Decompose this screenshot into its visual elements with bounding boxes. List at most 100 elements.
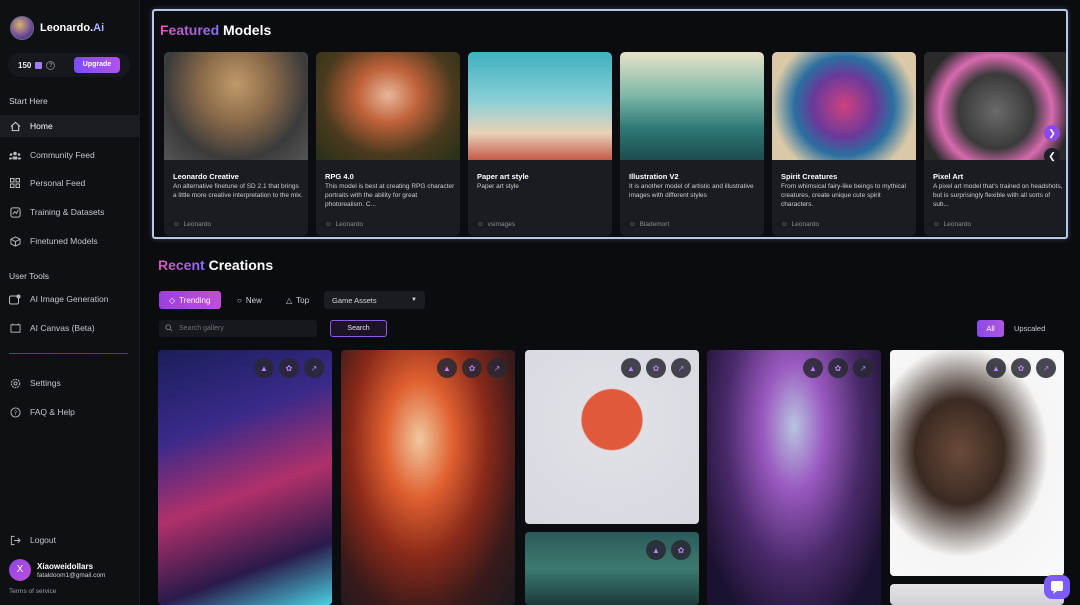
featured-title: Featured Models (160, 22, 272, 38)
model-thumbnail (164, 52, 308, 160)
brand[interactable]: Leonardo.Ai (10, 16, 104, 40)
model-thumbnail (772, 52, 916, 160)
logout-button[interactable]: Logout (0, 529, 140, 551)
upgrade-button[interactable]: Upgrade (74, 57, 120, 73)
canvas-icon (9, 322, 21, 334)
sidebar-item-label: Finetuned Models (30, 236, 98, 246)
category-selected: Game Assets (332, 295, 377, 305)
expand-icon[interactable]: ↗ (304, 358, 324, 378)
model-card[interactable]: Leonardo Creative An alternative finetun… (164, 52, 308, 236)
expand-icon[interactable]: ↗ (853, 358, 873, 378)
like-icon[interactable]: ✿ (646, 358, 666, 378)
model-description: A pixel art model that's trained on head… (933, 183, 1063, 208)
gallery-image[interactable] (890, 584, 1064, 605)
sidebar-divider (9, 353, 128, 354)
user-icon: ☺ (933, 221, 940, 228)
model-author: ☺ Leonardo (781, 221, 820, 228)
search-icon (165, 323, 173, 334)
sidebar-item-label: FAQ & Help (30, 407, 75, 417)
model-card[interactable]: RPG 4.0 This model is best at creating R… (316, 52, 460, 236)
user-icon: ☺ (781, 221, 788, 228)
remix-icon[interactable]: ▲ (646, 540, 666, 560)
sidebar-item-finetuned-models[interactable]: Finetuned Models (0, 230, 140, 252)
image-actions: ▲ ✿ ↗ (621, 358, 691, 378)
sidebar-item-training-datasets[interactable]: Training & Datasets (0, 201, 140, 223)
community-icon (9, 149, 21, 161)
gallery-image[interactable]: ▲ ✿ ↗ (341, 350, 515, 605)
remix-icon[interactable]: ▲ (437, 358, 457, 378)
remix-icon[interactable]: ▲ (621, 358, 641, 378)
user-icon: ☺ (173, 221, 180, 228)
clock-icon: ○ (237, 295, 242, 305)
search-placeholder: Search gallery (179, 325, 224, 332)
sidebar-item-settings[interactable]: Settings (0, 372, 140, 394)
expand-icon[interactable]: ↗ (671, 358, 691, 378)
help-icon: ? (9, 406, 21, 418)
carousel-next-button[interactable]: ❯ (1044, 125, 1060, 141)
like-icon[interactable]: ✿ (279, 358, 299, 378)
model-title: RPG 4.0 (325, 172, 354, 181)
carousel-prev-button[interactable]: ❮ (1044, 148, 1060, 164)
expand-icon[interactable]: ↗ (1036, 358, 1056, 378)
token-count: 150 (18, 60, 32, 70)
model-card[interactable]: Spirit Creatures From whimsical fairy-li… (772, 52, 916, 236)
cube-icon (9, 235, 21, 247)
filter-all-button[interactable]: All (977, 320, 1004, 337)
model-title: Paper art style (477, 172, 529, 181)
info-icon[interactable]: ? (46, 60, 56, 70)
search-button[interactable]: Search (330, 320, 387, 337)
sidebar-item-label: AI Image Generation (30, 294, 109, 304)
model-thumbnail (620, 52, 764, 160)
tab-trending[interactable]: ◇ Trending (159, 291, 221, 309)
remix-icon[interactable]: ▲ (986, 358, 1006, 378)
category-dropdown[interactable]: Game Assets ▼ (324, 291, 425, 309)
user-profile[interactable]: X Xiaoweidollars fataldoom1@gmail.com (9, 559, 105, 581)
chat-support-button[interactable] (1044, 575, 1070, 599)
remix-icon[interactable]: ▲ (254, 358, 274, 378)
filter-upscaled-button[interactable]: Upscaled (1014, 320, 1045, 337)
model-author: ☺ Leonardo (933, 221, 972, 228)
grid-icon (9, 177, 21, 189)
like-icon[interactable]: ✿ (828, 358, 848, 378)
search-input[interactable]: Search gallery (159, 320, 317, 337)
remix-icon[interactable]: ▲ (803, 358, 823, 378)
sidebar-item-label: Training & Datasets (30, 207, 105, 217)
brand-logo (10, 16, 34, 40)
gear-icon (9, 377, 21, 389)
image-actions: ▲ ✿ ↗ (803, 358, 873, 378)
sidebar-item-ai-canvas[interactable]: AI Canvas (Beta) (0, 317, 140, 339)
sidebar-item-label: Personal Feed (30, 178, 86, 188)
expand-icon[interactable]: ↗ (487, 358, 507, 378)
model-title: Spirit Creatures (781, 172, 838, 181)
like-icon[interactable]: ✿ (462, 358, 482, 378)
user-tools-label: User Tools (9, 271, 49, 281)
gallery-image[interactable]: ▲ ✿ (525, 532, 699, 605)
featured-models-panel: Featured Models Leonardo Creative An alt… (152, 9, 1068, 239)
avatar: X (9, 559, 31, 581)
sidebar-item-personal-feed[interactable]: Personal Feed (0, 172, 140, 194)
sidebar-item-community-feed[interactable]: Community Feed (0, 144, 140, 166)
chevron-down-icon: ▼ (411, 297, 417, 303)
tab-top[interactable]: △ Top (276, 291, 319, 309)
terms-link[interactable]: Terms of service (9, 588, 56, 595)
model-thumbnail (924, 52, 1066, 160)
model-card[interactable]: Illustration V2 It is another model of a… (620, 52, 764, 236)
gallery-image[interactable]: ▲ ✿ ↗ (158, 350, 332, 605)
chat-icon (1051, 581, 1063, 594)
like-icon[interactable]: ✿ (1011, 358, 1031, 378)
model-author: ☺ vsimages (477, 221, 516, 228)
like-icon[interactable]: ✿ (671, 540, 691, 560)
sidebar-item-ai-image-generation[interactable]: AI Image Generation (0, 288, 140, 310)
sidebar-item-home[interactable]: Home (0, 115, 140, 137)
logout-icon (9, 534, 21, 546)
gallery-image[interactable]: ▲ ✿ ↗ (525, 350, 699, 524)
model-card[interactable]: Pixel Art A pixel art model that's train… (924, 52, 1066, 236)
model-card[interactable]: Paper art style Paper art style ☺ vsimage… (468, 52, 612, 236)
gallery-image[interactable]: ▲ ✿ ↗ (707, 350, 881, 605)
model-description: This model is best at creating RPG chara… (325, 183, 455, 208)
gallery-image[interactable]: ▲ ✿ ↗ (890, 350, 1064, 576)
logout-label: Logout (30, 535, 56, 545)
tab-new[interactable]: ○ New (227, 291, 272, 309)
flame-icon: ◇ (169, 295, 176, 305)
sidebar-item-faq-help[interactable]: ? FAQ & Help (0, 401, 140, 423)
